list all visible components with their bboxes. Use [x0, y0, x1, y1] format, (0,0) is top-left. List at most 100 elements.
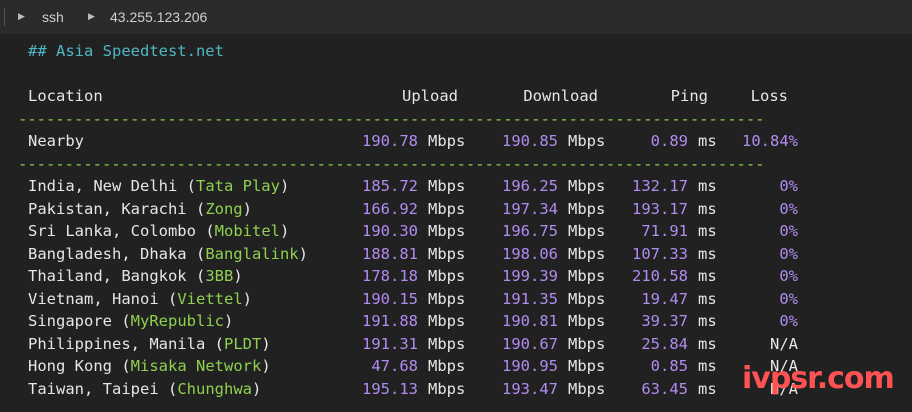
row-location: Thailand, Bangkok (3BB) [28, 265, 243, 287]
download-unit: Mbps [568, 267, 606, 285]
ping-unit: ms [698, 357, 717, 375]
row-upload: 47.68 [371, 357, 418, 375]
row-download: 190.67 [502, 334, 558, 353]
row-loss: 0% [779, 267, 798, 285]
header-ping: Ping [670, 87, 708, 105]
row-city: Hong Kong [28, 357, 112, 375]
row-location: Singapore (MyRepublic) [28, 310, 233, 332]
row-upload: 195.13 [362, 379, 418, 398]
ping-unit: ms [698, 267, 717, 285]
isp-open-paren: ( [112, 312, 131, 330]
isp-close-paren: ) [261, 334, 271, 353]
isp-close-paren: ) [233, 267, 243, 285]
row-location: India, New Delhi (Tata Play) [28, 175, 289, 197]
row-city: Thailand, Bangkok [28, 267, 187, 285]
terminal-tab-bar: ▶ ssh ▶ 43.255.123.206 [0, 0, 912, 34]
row-isp: MyRepublic [130, 312, 224, 330]
row-upload: 188.81 [362, 244, 418, 263]
download-unit: Mbps [568, 334, 606, 353]
nearby-row: Nearby 190.78 Mbps 190.85 Mbps 0.89 ms 1… [0, 130, 912, 152]
ping-unit: ms [698, 312, 717, 330]
row-city: Pakistan, Karachi [28, 199, 187, 218]
terminal-output[interactable]: ## Asia Speedtest.net Location Upload Do… [0, 34, 912, 412]
tab-bar-edge [4, 8, 5, 26]
nearby-upload: 190.78 [362, 132, 418, 150]
section-heading: ## Asia Speedtest.net [28, 42, 224, 60]
isp-close-paren: ) [242, 289, 252, 308]
download-unit: Mbps [568, 222, 606, 240]
upload-unit: Mbps [428, 177, 466, 195]
row-ping: 25.84 [641, 334, 688, 353]
row-loss: N/A [770, 334, 798, 353]
download-unit: Mbps [568, 199, 606, 218]
isp-close-paren: ) [298, 244, 308, 263]
row-isp: Tata Play [195, 177, 280, 195]
isp-close-paren: ) [279, 222, 290, 240]
row-download: 197.34 [502, 199, 558, 218]
table-row: Sri Lanka, Colombo (Mobitel) 190.30 Mbps 19… [0, 220, 912, 242]
download-unit: Mbps [568, 357, 606, 375]
row-download: 190.81 [502, 312, 558, 330]
row-ping: 210.58 [632, 267, 688, 285]
row-city: Vietnam, Hanoi [28, 289, 159, 308]
isp-close-paren: ) [224, 312, 234, 330]
row-isp: 3BB [205, 267, 234, 285]
ping-unit: ms [698, 222, 717, 240]
isp-close-paren: ) [279, 177, 290, 195]
isp-open-paren: ( [186, 267, 206, 285]
row-location: Hong Kong (Misaka Network) [28, 355, 271, 377]
row-download: 193.47 [502, 379, 558, 398]
upload-unit: Mbps [428, 289, 466, 308]
row-city: Bangladesh, Dhaka [28, 244, 187, 263]
download-unit: Mbps [568, 244, 606, 263]
row-ping: 0.85 [650, 357, 688, 375]
triangle-right-icon: ▶ [88, 11, 95, 21]
row-city: Singapore [28, 312, 112, 330]
row-location: Sri Lanka, Colombo (Mobitel) [28, 220, 289, 242]
row-city: Taiwan, Taipei [28, 379, 159, 398]
divider-bottom: ----------------------------------------… [18, 155, 765, 173]
watermark-logo: ivpsr.com [742, 361, 895, 396]
ping-unit: ms [698, 177, 717, 195]
ping-unit: ms [698, 289, 717, 308]
tab-host[interactable]: 43.255.123.206 [110, 9, 207, 25]
row-download: 191.35 [502, 289, 558, 308]
upload-unit: Mbps [428, 334, 466, 353]
row-ping: 107.33 [632, 244, 688, 263]
nearby-location: Nearby [28, 132, 84, 150]
isp-open-paren: ( [186, 199, 206, 218]
isp-close-paren: ) [242, 199, 252, 218]
row-city: Philippines, Manila [28, 334, 206, 353]
row-upload: 178.18 [362, 267, 418, 285]
upload-unit: Mbps [428, 222, 466, 240]
download-unit: Mbps [568, 289, 606, 308]
row-ping: 63.45 [641, 379, 688, 398]
isp-open-paren: ( [158, 379, 178, 398]
row-upload: 190.15 [362, 289, 418, 308]
upload-unit: Mbps [428, 379, 466, 398]
upload-unit: Mbps [428, 267, 466, 285]
table-row: Bangladesh, Dhaka (Banglalink) 188.81 Mbps… [0, 243, 912, 265]
ping-unit: ms [698, 244, 717, 263]
row-download: 199.39 [502, 267, 558, 285]
row-download: 190.95 [502, 357, 558, 375]
row-location: Bangladesh, Dhaka (Banglalink) [28, 243, 308, 265]
row-isp: Mobitel [214, 222, 280, 240]
isp-open-paren: ( [158, 289, 178, 308]
row-location: Vietnam, Hanoi (Viettel) [28, 288, 252, 310]
upload-unit: Mbps [428, 244, 466, 263]
header-download: Download [523, 87, 598, 105]
divider-top: ----------------------------------------… [18, 110, 765, 128]
row-city: Sri Lanka, Colombo [28, 222, 196, 240]
header-upload: Upload [402, 87, 458, 105]
isp-open-paren: ( [195, 222, 215, 240]
row-download: 196.75 [502, 222, 558, 240]
download-unit: Mbps [568, 177, 606, 195]
tab-ssh[interactable]: ssh [42, 9, 64, 25]
row-loss: 0% [779, 244, 798, 263]
isp-close-paren: ) [261, 357, 271, 375]
row-upload: 190.30 [362, 222, 418, 240]
table-row: Singapore (MyRepublic) 191.88 Mbps 190.81 Mb… [0, 310, 912, 332]
header-loss: Loss [750, 87, 788, 105]
row-ping: 132.17 [632, 177, 688, 195]
